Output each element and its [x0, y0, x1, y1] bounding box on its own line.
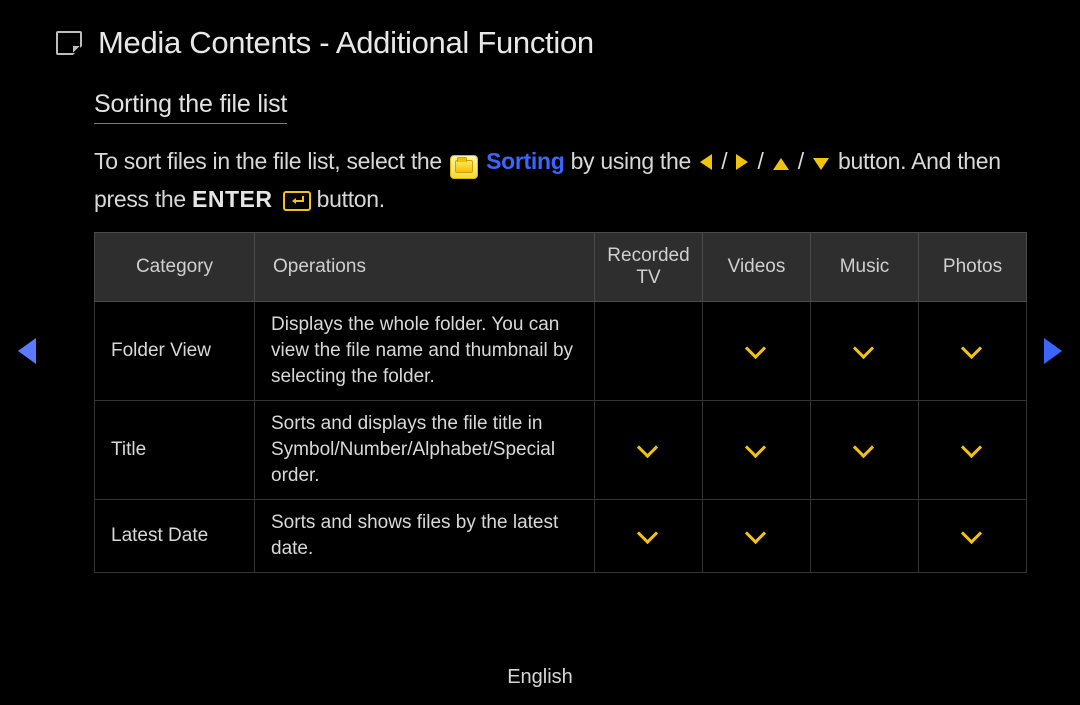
check-chevron-icon: [640, 530, 658, 541]
dpad-up-icon: [773, 158, 789, 170]
support-cell-videos: [703, 302, 811, 401]
support-cell-photos: [919, 401, 1027, 500]
folder-icon: [450, 155, 478, 179]
dpad-down-icon: [813, 158, 829, 170]
check-chevron-icon: [964, 444, 982, 455]
page-nav-next[interactable]: [1044, 338, 1062, 364]
operations-cell: Displays the whole folder. You can view …: [255, 302, 595, 401]
dpad-left-icon: [700, 154, 712, 170]
sorting-label: Sorting: [486, 148, 564, 174]
check-chevron-icon: [748, 444, 766, 455]
check-chevron-icon: [640, 444, 658, 455]
support-cell-photos: [919, 302, 1027, 401]
support-cell-recorded_tv: [595, 401, 703, 500]
check-chevron-icon: [856, 444, 874, 455]
support-cell-recorded_tv: [595, 302, 703, 401]
manual-page: Media Contents - Additional Function Sor…: [0, 0, 1080, 705]
support-cell-videos: [703, 500, 811, 573]
check-chevron-icon: [964, 530, 982, 541]
operations-cell: Sorts and shows files by the latest date…: [255, 500, 595, 573]
intro-text-4: button.: [317, 186, 385, 212]
intro-paragraph: To sort files in the file list, select t…: [94, 142, 1020, 218]
section-heading: Sorting the file list: [94, 90, 287, 124]
enter-label: ENTER: [192, 186, 272, 212]
header-recorded-tv: Recorded TV: [595, 233, 703, 302]
support-cell-recorded_tv: [595, 500, 703, 573]
check-chevron-icon: [964, 345, 982, 356]
table-row: Folder ViewDisplays the whole folder. Yo…: [95, 302, 1027, 401]
table-row: Latest DateSorts and shows files by the …: [95, 500, 1027, 573]
footer-language: English: [0, 666, 1080, 689]
support-cell-videos: [703, 401, 811, 500]
manual-page-icon: [56, 31, 82, 55]
page-nav-prev[interactable]: [18, 338, 36, 364]
table-row: TitleSorts and displays the file title i…: [95, 401, 1027, 500]
check-chevron-icon: [856, 345, 874, 356]
support-cell-music: [811, 302, 919, 401]
operations-cell: Sorts and displays the file title in Sym…: [255, 401, 595, 500]
header-music: Music: [811, 233, 919, 302]
support-cell-photos: [919, 500, 1027, 573]
support-cell-music: [811, 500, 919, 573]
header-category: Category: [95, 233, 255, 302]
header-operations: Operations: [255, 233, 595, 302]
check-chevron-icon: [748, 530, 766, 541]
sorting-table: Category Operations Recorded TV Videos M…: [94, 232, 1027, 573]
slash-3: /: [798, 148, 810, 174]
slash-1: /: [721, 148, 733, 174]
category-cell[interactable]: Title: [95, 401, 255, 500]
check-chevron-icon: [748, 345, 766, 356]
enter-button-icon: [283, 191, 311, 211]
header-photos: Photos: [919, 233, 1027, 302]
table-header-row: Category Operations Recorded TV Videos M…: [95, 233, 1027, 302]
support-cell-music: [811, 401, 919, 500]
slash-2: /: [757, 148, 769, 174]
intro-text-2: by using the: [571, 148, 698, 174]
dpad-right-icon: [736, 154, 748, 170]
category-cell[interactable]: Folder View: [95, 302, 255, 401]
sorting-table-wrap: Category Operations Recorded TV Videos M…: [94, 232, 1024, 573]
category-cell[interactable]: Latest Date: [95, 500, 255, 573]
page-title: Media Contents - Additional Function: [98, 25, 594, 61]
header-videos: Videos: [703, 233, 811, 302]
page-title-row: Media Contents - Additional Function: [56, 25, 594, 61]
intro-text-1: To sort files in the file list, select t…: [94, 148, 448, 174]
